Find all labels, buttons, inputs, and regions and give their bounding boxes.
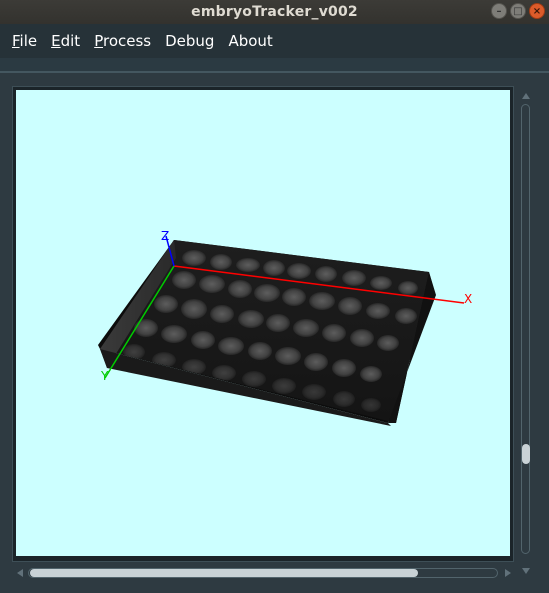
window-controls: – □ × [491, 3, 545, 19]
vertical-scrollbar[interactable] [518, 90, 534, 574]
horizontal-scrollbar[interactable] [14, 564, 514, 582]
z-axis-label: Z [161, 229, 169, 243]
title-bar[interactable]: embryoTracker_v002 – □ × [0, 0, 549, 24]
menu-about-label: About [228, 32, 273, 50]
menu-debug-label: Debug [165, 32, 215, 50]
horizontal-scroll-thumb[interactable] [30, 569, 418, 577]
menu-debug[interactable]: Debug [158, 24, 221, 58]
divider [0, 71, 549, 73]
scroll-left-icon[interactable] [17, 569, 23, 577]
menu-file-mnemonic: F [12, 32, 20, 50]
menu-edit-label: dit [60, 32, 81, 50]
x-axis-label: X [464, 292, 472, 306]
vertical-scroll-thumb[interactable] [522, 444, 530, 464]
scroll-right-icon[interactable] [505, 569, 511, 577]
menu-edit-mnemonic: E [51, 32, 61, 50]
menu-file[interactable]: File [5, 24, 44, 58]
scroll-up-icon[interactable] [522, 93, 530, 99]
menu-process-label: rocess [102, 32, 152, 50]
vertical-scroll-track[interactable] [521, 104, 530, 554]
menu-bar: File Edit Process Debug About [0, 24, 549, 58]
close-icon[interactable]: × [529, 3, 545, 19]
scroll-down-icon[interactable] [522, 568, 530, 574]
menu-process-mnemonic: P [94, 32, 103, 50]
toolbar-spacer [0, 58, 549, 71]
maximize-icon[interactable]: □ [510, 3, 526, 19]
app-window: embryoTracker_v002 – □ × File Edit Proce… [0, 0, 549, 593]
y-axis-label: Y [100, 369, 109, 383]
window-title: embryoTracker_v002 [191, 4, 358, 20]
menu-process[interactable]: Process [87, 24, 158, 58]
menu-edit[interactable]: Edit [44, 24, 87, 58]
volume-render: X Y Z [98, 229, 472, 426]
menu-about[interactable]: About [221, 24, 279, 58]
menu-file-label: ile [19, 32, 38, 50]
minimize-icon[interactable]: – [491, 3, 507, 19]
3d-viewer[interactable]: X Y Z [16, 90, 510, 556]
